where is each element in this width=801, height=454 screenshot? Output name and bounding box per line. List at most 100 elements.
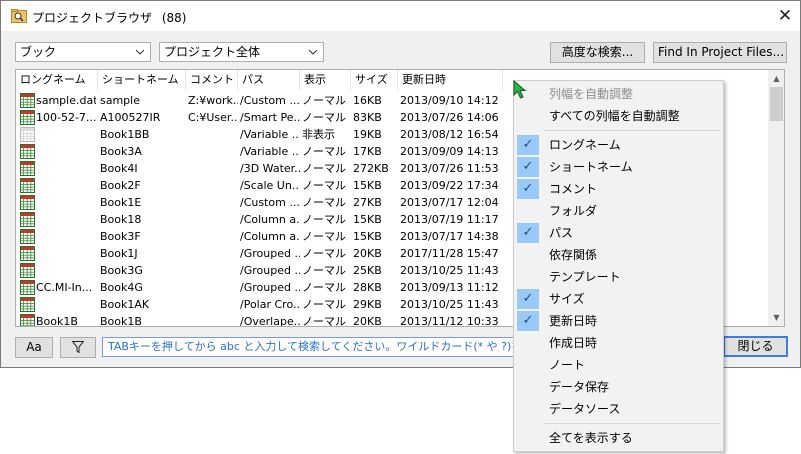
cell-modified: 2013/07/19 11:17 — [400, 213, 499, 226]
menu-item[interactable]: ✓ ロングネーム — [514, 134, 723, 156]
scroll-down-icon[interactable]: ▼ — [768, 309, 784, 326]
menu-item[interactable]: データ保存 — [514, 376, 723, 398]
checkmark-icon: ✓ — [517, 157, 539, 177]
book-type-select[interactable]: ブック — [15, 42, 151, 62]
table-row[interactable]: Book3F/Column a... ノーマル 15KB 2013/07/17 14:… — [16, 228, 503, 245]
cell-path: /Scale Un... — [240, 179, 300, 192]
find-in-project-button[interactable]: Find In Project Files... — [653, 42, 787, 63]
close-window-button[interactable]: ✕ — [773, 3, 797, 29]
cell-size: 27KB — [353, 196, 382, 209]
menu-item[interactable]: 全てを表示する — [514, 427, 723, 449]
cell-size: 15KB — [353, 179, 382, 192]
search-input[interactable]: TABキーを押してから abc と入力して検索してください。ワイルドカード(* … — [102, 337, 522, 357]
cell-size: 272KB — [353, 162, 389, 175]
cell-long-name — [34, 143, 96, 160]
table-row[interactable]: Book1E/Custom ... ノーマル 27KB 2013/07/17 12:0… — [16, 194, 503, 211]
close-button[interactable]: 閉じる — [723, 336, 788, 357]
menu-item[interactable]: 依存関係 — [514, 244, 723, 266]
column-header-modified[interactable]: 更新日時 — [398, 70, 503, 90]
table-row[interactable]: Book4I/3D Water... ノーマル 272KB 2013/07/26 11… — [16, 160, 503, 177]
column-header-display[interactable]: 表示 — [300, 70, 351, 90]
menu-item-label: ロングネーム — [549, 138, 621, 152]
menu-item[interactable]: すべての列幅を自動調整 — [514, 105, 723, 127]
cell-long-name — [34, 228, 96, 245]
vertical-scrollbar[interactable]: ▲ ▼ — [768, 70, 784, 326]
cell-short-name: Book4I — [100, 162, 138, 175]
cell-size: 83KB — [353, 111, 382, 124]
menu-item-label: ノート — [549, 358, 586, 372]
cell-path: /Column a... — [240, 213, 300, 226]
table-row[interactable]: Book1BB/Variable ... 非表示 19KB 2013/08/12 16… — [16, 126, 503, 143]
scope-value: プロジェクト全体 — [164, 45, 261, 59]
menu-item[interactable]: ✓ 更新日時 — [514, 310, 723, 332]
advanced-search-button[interactable]: 高度な検索... — [550, 42, 645, 63]
cell-modified: 2013/07/26 14:06 — [400, 111, 499, 124]
match-case-button[interactable]: Aa — [15, 337, 53, 358]
cell-size: 15KB — [353, 230, 382, 243]
menu-item[interactable]: 作成日時 — [514, 332, 723, 354]
menu-item[interactable]: データソース — [514, 398, 723, 420]
cell-modified: 2013/09/09 14:13 — [400, 145, 499, 158]
cell-display: ノーマル — [302, 145, 346, 158]
column-header-short-name[interactable]: ショートネーム — [98, 70, 186, 90]
table-row[interactable]: Book3G/Grouped ... ノーマル 25KB 2013/10/25 11:… — [16, 262, 503, 279]
cell-comment — [186, 313, 238, 326]
table-row[interactable]: Book3A/Variable ... ノーマル 17KB 2013/09/09 14… — [16, 143, 503, 160]
checkmark-icon: ✓ — [517, 223, 539, 243]
book-icon — [20, 314, 35, 326]
chevron-down-icon — [136, 49, 144, 55]
menu-item[interactable]: ✓ ショートネーム — [514, 156, 723, 178]
table-row[interactable]: CC.MI-In... Book4G/Grouped ... ノーマル 28KB 201… — [16, 279, 503, 296]
column-header-comment[interactable]: コメント — [186, 70, 238, 90]
cell-long-name — [34, 126, 96, 143]
cell-display: ノーマル — [302, 281, 346, 294]
menu-item-label: テンプレート — [549, 270, 621, 284]
cell-comment — [186, 194, 238, 211]
table-row[interactable]: Book2F/Scale Un... ノーマル 15KB 2013/09/22 17:… — [16, 177, 503, 194]
table-row[interactable]: Book1AK/Polar Cro... ノーマル 29KB 2013/10/25 1… — [16, 296, 503, 313]
cell-modified: 2013/11/12 10:33 — [400, 315, 499, 327]
cell-comment — [186, 143, 238, 160]
cell-long-name: 100-52-7... — [36, 111, 96, 124]
scope-select[interactable]: プロジェクト全体 — [159, 42, 324, 62]
cell-display: ノーマル — [302, 94, 346, 107]
book-icon — [20, 280, 35, 295]
column-header-long-name[interactable]: ロングネーム — [16, 70, 98, 90]
menu-item-label: 依存関係 — [549, 248, 598, 262]
scroll-thumb[interactable] — [770, 87, 783, 121]
book-icon — [20, 229, 35, 244]
mouse-cursor-icon — [513, 80, 527, 99]
column-header-row: ロングネーム ショートネーム コメント パス 表示 サイズ 更新日時 — [16, 70, 503, 90]
menu-item[interactable]: ノート — [514, 354, 723, 376]
table-row[interactable]: Book1J/Grouped ... ノーマル 20KB 2017/11/28 15:… — [16, 245, 503, 262]
cell-comment — [186, 245, 238, 262]
menu-item-label: パス — [549, 226, 574, 240]
cell-short-name: Book3G — [100, 264, 143, 277]
menu-item[interactable]: フォルダ — [514, 200, 723, 222]
cell-long-name — [34, 245, 96, 262]
checkmark-icon: ✓ — [517, 311, 539, 331]
book-icon — [20, 212, 35, 227]
menu-item[interactable]: ✓ パス — [514, 222, 723, 244]
menu-item[interactable]: テンプレート — [514, 266, 723, 288]
column-header-size[interactable]: サイズ — [351, 70, 398, 90]
table-row[interactable]: Book1B Book1B/Overlape... ノーマル 20KB 2013/11/… — [16, 313, 503, 327]
checkmark-icon: ✓ — [517, 135, 539, 155]
cell-size: 20KB — [353, 247, 382, 260]
table-row[interactable]: 100-52-7... A100527IR C:¥User.../Smart Pe.… — [16, 109, 503, 126]
cell-path: /Polar Cro... — [240, 298, 300, 311]
cell-path: /3D Water... — [240, 162, 300, 175]
book-icon — [20, 144, 35, 159]
cell-path: /Smart Pe... — [240, 111, 300, 124]
menu-separator — [544, 423, 720, 424]
menu-item[interactable]: ✓ コメント — [514, 178, 723, 200]
cell-comment: C:¥User... — [188, 111, 238, 124]
table-row[interactable]: sample.dat sample Z:¥work.../Custom ... ノーマ… — [16, 92, 503, 109]
table-row[interactable]: Book18/Column a... ノーマル 15KB 2013/07/19 11:… — [16, 211, 503, 228]
filter-button[interactable] — [60, 337, 96, 358]
column-header-path[interactable]: パス — [238, 70, 300, 90]
menu-item[interactable]: ✓ サイズ — [514, 288, 723, 310]
book-icon — [20, 246, 35, 261]
scroll-up-icon[interactable]: ▲ — [768, 70, 784, 87]
cell-short-name: Book1AK — [100, 298, 150, 311]
